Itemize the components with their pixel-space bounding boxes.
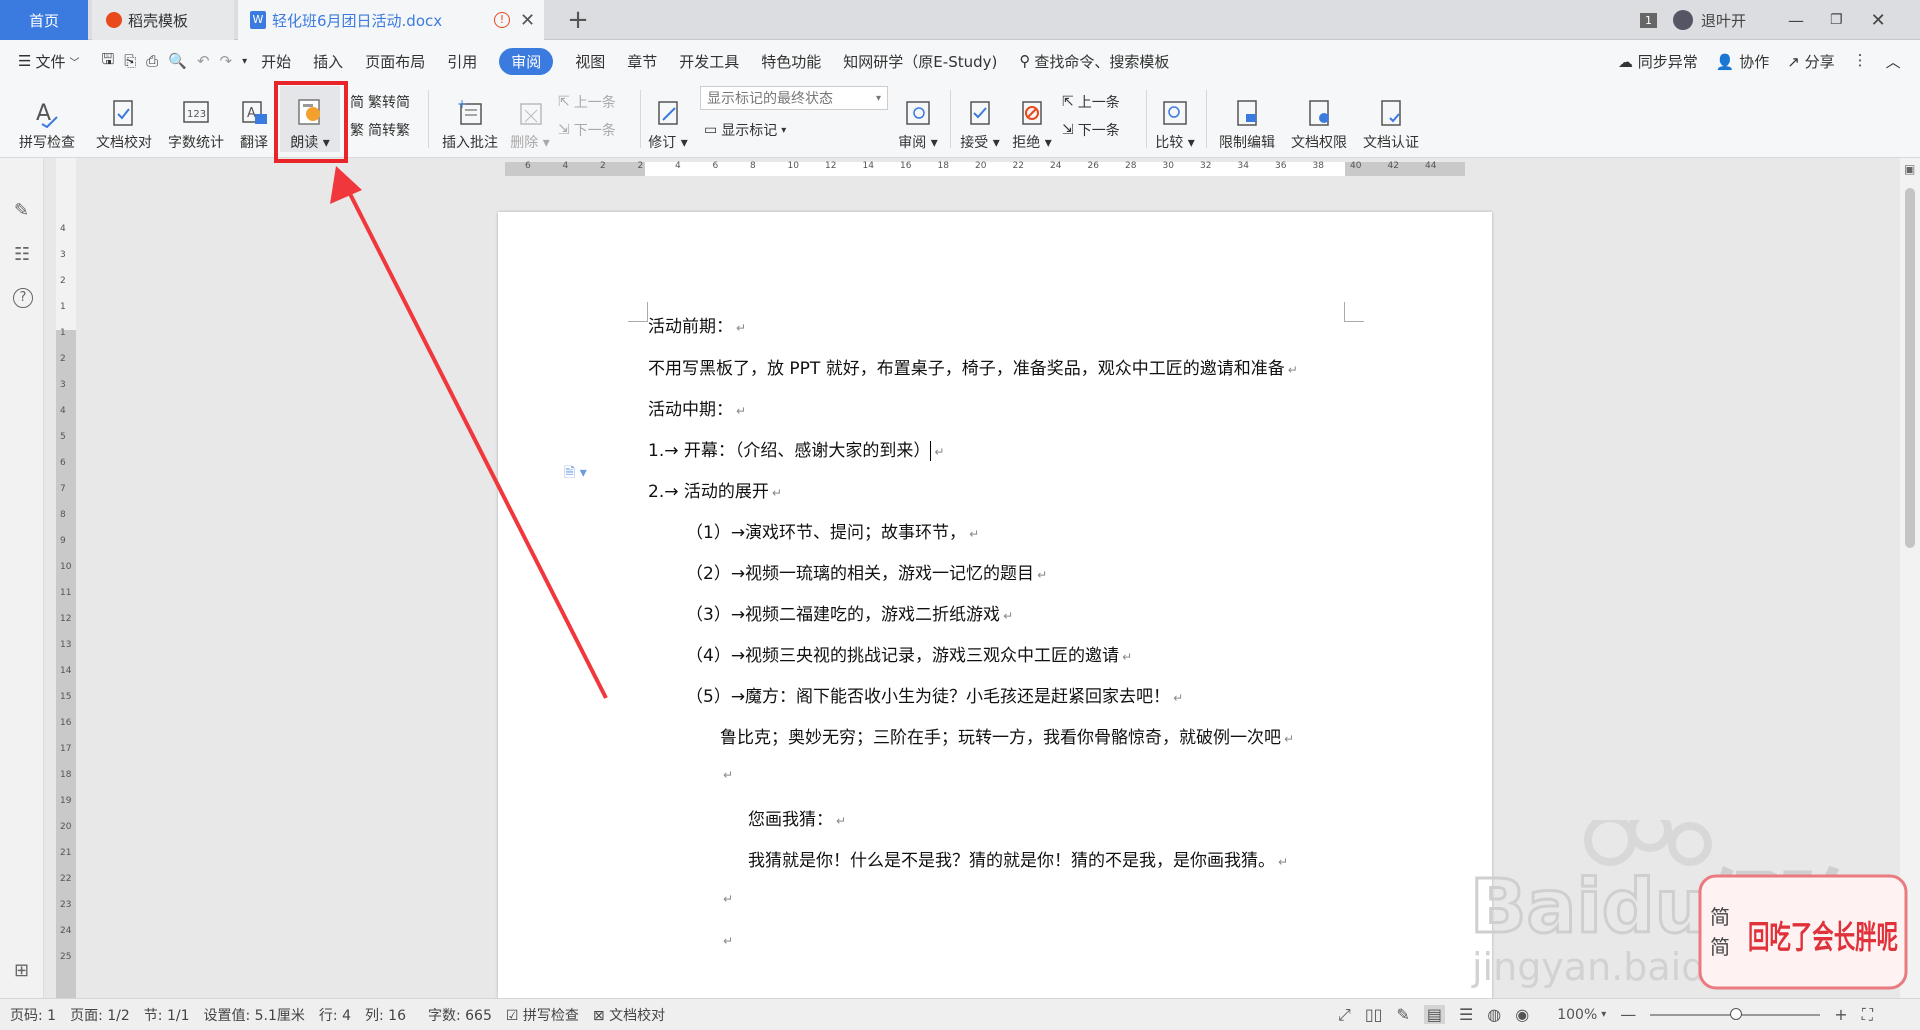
- view-controls: ⤢ ▯▯ ✎ ▤ ☰ ◍ ◉ 100% ▾ — + ⛶: [1338, 1005, 1873, 1025]
- status-section[interactable]: 节: 1/1: [144, 1005, 190, 1025]
- status-bar: 页码: 1 页面: 1/2 节: 1/1 设置值: 5.1厘米 行: 4 列: …: [0, 998, 1920, 1030]
- status-column[interactable]: 列: 16: [365, 1005, 406, 1025]
- status-page[interactable]: 页面: 1/2: [70, 1005, 130, 1025]
- zoom-out-icon[interactable]: —: [1620, 1005, 1636, 1024]
- spellcheck-small-icon: ☑: [505, 1007, 519, 1024]
- scroll-top-icon[interactable]: ▣: [1904, 162, 1915, 176]
- status-page-number[interactable]: 页码: 1: [10, 1005, 56, 1025]
- proofread-small-icon: ⊠: [592, 1007, 605, 1024]
- fit-page-icon[interactable]: ⛶: [1862, 1005, 1873, 1025]
- zoom-slider-knob[interactable]: [1730, 1007, 1743, 1020]
- annotation-arrow: [330, 166, 608, 699]
- zoom-level[interactable]: 100%: [1557, 1007, 1597, 1023]
- status-proofread[interactable]: ⊠ 文档校对: [593, 1005, 665, 1025]
- zoom-slider[interactable]: [1650, 1007, 1821, 1020]
- eye-protect-icon[interactable]: ◉: [1515, 1005, 1529, 1024]
- status-spellcheck[interactable]: ☑ 拼写检查: [506, 1005, 579, 1025]
- web-view-icon[interactable]: ◍: [1487, 1005, 1501, 1024]
- status-row[interactable]: 行: 4: [319, 1005, 351, 1025]
- read-mode-icon[interactable]: ▯▯: [1365, 1005, 1383, 1024]
- scrollbar-thumb[interactable]: [1905, 188, 1915, 548]
- status-setting[interactable]: 设置值: 5.1厘米: [203, 1005, 304, 1025]
- zoom-in-icon[interactable]: +: [1834, 1005, 1847, 1024]
- zoom-dropdown-icon[interactable]: ▾: [1601, 1009, 1606, 1020]
- page-view-icon[interactable]: ▤: [1423, 1005, 1445, 1024]
- vertical-scrollbar[interactable]: ▣: [1900, 158, 1920, 998]
- outline-view-icon[interactable]: ☰: [1459, 1005, 1473, 1024]
- status-word-count[interactable]: 字数: 665: [428, 1005, 492, 1025]
- fullscreen-icon[interactable]: ⤢: [1338, 1005, 1351, 1025]
- edit-mode-icon[interactable]: ✎: [1396, 1005, 1409, 1024]
